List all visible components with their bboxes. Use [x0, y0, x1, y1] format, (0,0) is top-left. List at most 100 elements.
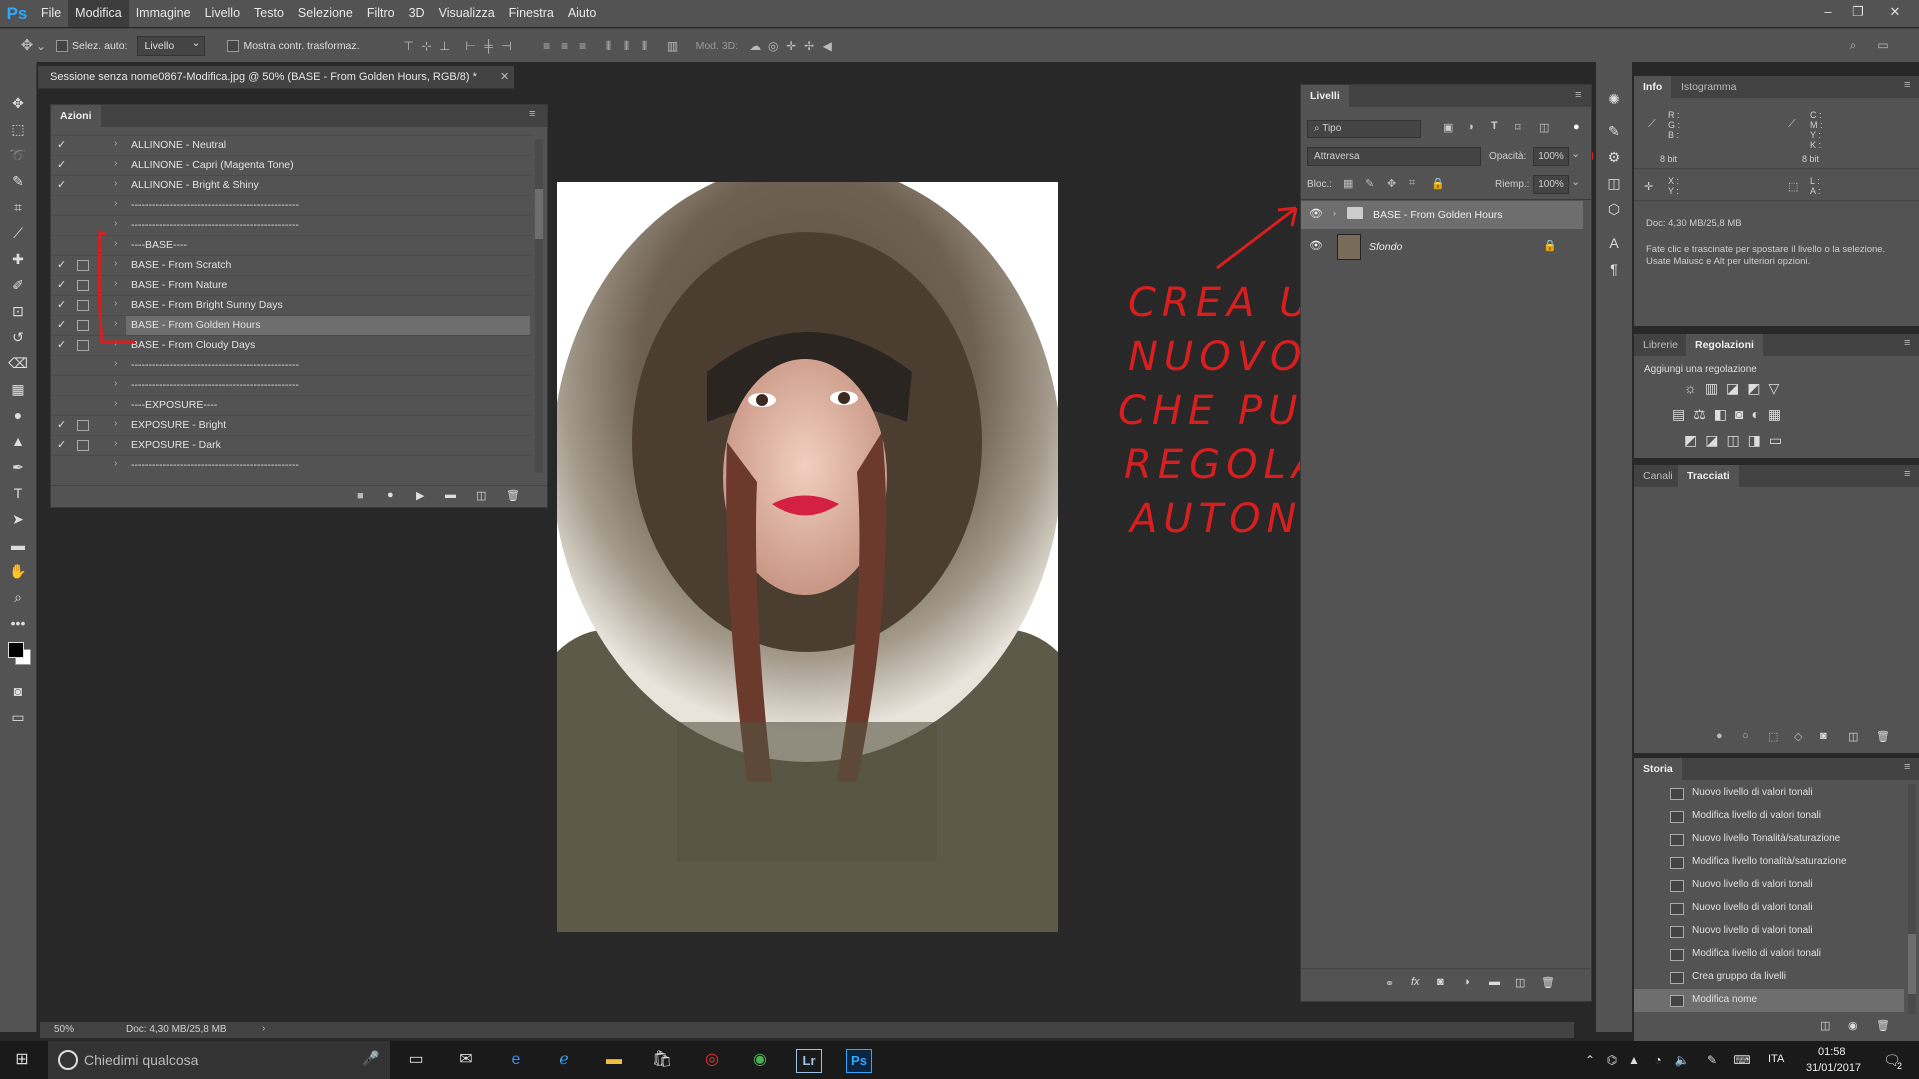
new-document-icon[interactable]: ◫	[1820, 1019, 1830, 1032]
3d-icon[interactable]: ⬡	[1596, 196, 1632, 222]
brush-settings-icon[interactable]: ✎	[1596, 118, 1632, 144]
panel-menu-icon[interactable]: ≡	[1904, 79, 1910, 91]
edge-icon[interactable]: e	[504, 1049, 528, 1071]
tray-chevron-icon[interactable]: ⌃	[1578, 1049, 1602, 1071]
history-item[interactable]: Crea gruppo da livelli	[1634, 966, 1904, 989]
snapshot-icon[interactable]: ◉	[1848, 1019, 1858, 1032]
history-item[interactable]: Modifica livello di valori tonali	[1634, 805, 1904, 828]
trash-icon[interactable]: 🗑	[1876, 1019, 1890, 1032]
lock-all-icon[interactable]: 🔒	[1431, 177, 1445, 190]
new-group-icon[interactable]: ▬	[1489, 976, 1500, 988]
tab-info[interactable]: Info	[1634, 76, 1672, 98]
history-item[interactable]: Modifica livello di valori tonali	[1634, 943, 1904, 966]
trash-icon[interactable]: 🗑	[1876, 730, 1890, 743]
ie-icon[interactable]: ℯ	[552, 1049, 576, 1071]
blend-mode-dropdown[interactable]: Attraversa	[1307, 147, 1481, 166]
file-explorer-icon[interactable]: ▬	[602, 1049, 626, 1071]
character-icon[interactable]: A	[1596, 230, 1632, 256]
filter-toggle-icon[interactable]: ●	[1573, 121, 1580, 133]
history-item[interactable]: Nuovo livello di valori tonali	[1634, 897, 1904, 920]
panel-menu-icon[interactable]: ≡	[1904, 468, 1910, 480]
adjustment-icons-row-2[interactable]: ▤⚖◧◙◐▦	[1672, 406, 1789, 423]
windows-start-icon[interactable]: ⊞	[10, 1049, 34, 1071]
link-layers-icon[interactable]: ⚭	[1385, 977, 1394, 990]
fx-icon[interactable]: fx	[1411, 976, 1420, 988]
chevron-down-icon[interactable]: ⌄	[1571, 175, 1580, 188]
volume-icon[interactable]: 🔈	[1670, 1049, 1694, 1071]
history-item[interactable]: Nuovo livello di valori tonali	[1634, 920, 1904, 943]
zoom-level[interactable]: 50%	[54, 1024, 74, 1035]
creative-cloud-icon[interactable]: ◎	[700, 1049, 724, 1071]
history-item[interactable]: Nuovo livello di valori tonali	[1634, 782, 1904, 805]
tray-drive-icon[interactable]: ▲	[1622, 1049, 1646, 1071]
photoshop-taskbar-icon[interactable]: Ps	[846, 1049, 872, 1073]
chevron-right-icon[interactable]: ›	[262, 1023, 265, 1034]
microphone-icon[interactable]: 🎤	[362, 1050, 379, 1067]
opacity-input[interactable]: 100%	[1533, 147, 1569, 166]
lock-pixels-icon[interactable]: ✎	[1365, 177, 1374, 190]
language-indicator[interactable]: ITA	[1768, 1053, 1784, 1065]
make-path-icon[interactable]: ◇	[1794, 730, 1802, 743]
history-scrollbar[interactable]	[1908, 784, 1916, 1014]
lightroom-icon[interactable]: Lr	[796, 1049, 822, 1073]
tray-network-icon[interactable]: ⌬	[1600, 1049, 1624, 1071]
panel-menu-icon[interactable]: ≡	[1575, 89, 1581, 101]
filter-pixel-icon[interactable]: ▣	[1443, 121, 1453, 134]
tab-libraries[interactable]: Librerie	[1634, 334, 1687, 356]
history-item[interactable]: Nuovo livello di valori tonali	[1634, 874, 1904, 897]
lock-artboard-icon[interactable]: ⌗	[1409, 177, 1415, 190]
adjustment-icons-row-3[interactable]: ◩◪◫◨▭	[1684, 432, 1790, 449]
clock-date[interactable]: 31/01/2017	[1806, 1062, 1861, 1074]
store-icon[interactable]: 🛍	[650, 1049, 674, 1071]
panel-menu-icon[interactable]: ≡	[1904, 337, 1910, 349]
pen-icon[interactable]: ✎	[1700, 1049, 1724, 1071]
clock-time[interactable]: 01:58	[1818, 1046, 1846, 1058]
paragraph-icon[interactable]: ¶	[1596, 256, 1632, 282]
lock-transparent-icon[interactable]: ▦	[1343, 177, 1353, 190]
tab-histogram[interactable]: Istogramma	[1672, 76, 1745, 98]
chrome-icon[interactable]: ◉	[748, 1049, 772, 1071]
visibility-eye-icon[interactable]: 👁	[1309, 239, 1323, 252]
fill-path-icon[interactable]: ●	[1716, 730, 1723, 742]
layer-comps-icon[interactable]: ◫	[1596, 170, 1632, 196]
layer-filter-dropdown[interactable]: ⌕ Tipo	[1307, 120, 1421, 138]
tab-channels[interactable]: Canali	[1634, 465, 1682, 487]
history-item[interactable]: Nuovo livello Tonalità/saturazione	[1634, 828, 1904, 851]
add-mask-icon[interactable]: ◙	[1437, 976, 1444, 988]
trash-icon[interactable]: 🗑	[1541, 976, 1555, 989]
navigator-icon[interactable]: ✺	[1596, 86, 1632, 112]
mail-icon[interactable]: ✉	[454, 1049, 478, 1071]
panel-menu-icon[interactable]: ≡	[1904, 761, 1910, 773]
history-item[interactable]: Modifica nome	[1634, 989, 1904, 1012]
tab-history[interactable]: Storia	[1634, 758, 1682, 780]
new-adjustment-icon[interactable]: ◑	[1463, 976, 1470, 988]
filter-smart-icon[interactable]: ◫	[1539, 121, 1549, 134]
new-layer-icon[interactable]: ◫	[1515, 976, 1525, 989]
visibility-eye-icon[interactable]: 👁	[1309, 207, 1323, 220]
stroke-path-icon[interactable]: ○	[1742, 730, 1749, 742]
layer-row-background[interactable]: 👁 Sfondo 🔒	[1301, 231, 1583, 261]
keyboard-icon[interactable]: ⌨	[1730, 1049, 1754, 1071]
tab-layers[interactable]: Livelli	[1301, 85, 1349, 107]
fill-input[interactable]: 100%	[1533, 175, 1569, 194]
chevron-right-icon[interactable]: ›	[1333, 208, 1336, 218]
new-path-icon[interactable]: ◫	[1848, 730, 1858, 743]
adjustment-icons-row-1[interactable]: ☼▥◪◩▽	[1684, 380, 1787, 397]
add-mask-icon[interactable]: ◙	[1820, 730, 1827, 742]
lock-position-icon[interactable]: ✥	[1387, 177, 1396, 190]
chevron-down-icon[interactable]: ⌄	[1571, 147, 1580, 160]
filter-shape-icon[interactable]: ⌑	[1515, 121, 1521, 134]
wifi-icon[interactable]: ◔	[1646, 1049, 1670, 1071]
layer-name: Sfondo	[1369, 241, 1403, 253]
tab-paths[interactable]: Tracciati	[1678, 465, 1739, 487]
layer-row-group[interactable]: 👁 › BASE - From Golden Hours	[1301, 201, 1583, 229]
filter-type-icon[interactable]: T	[1491, 120, 1498, 132]
filter-adjust-icon[interactable]: ◑	[1467, 121, 1474, 133]
tab-adjustments[interactable]: Regolazioni	[1686, 334, 1763, 356]
foreground-color-swatch[interactable]	[8, 642, 24, 658]
history-item[interactable]: Modifica livello tonalità/saturazione	[1634, 851, 1904, 874]
tool-presets-icon[interactable]: ⚙	[1596, 144, 1632, 170]
load-selection-icon[interactable]: ⬚	[1768, 730, 1778, 743]
task-view-icon[interactable]: ▭	[404, 1049, 428, 1071]
cortana-search[interactable]: Chiedimi qualcosa 🎤	[48, 1041, 390, 1079]
